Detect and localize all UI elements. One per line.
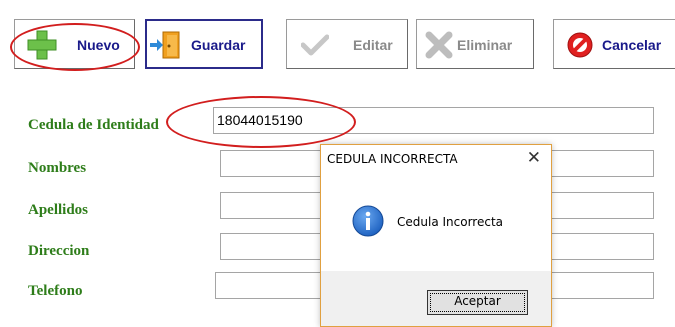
cancelar-button[interactable]: Cancelar [553, 19, 675, 69]
apellidos-label: Apellidos [28, 202, 89, 218]
annotation-ellipse-cedula [166, 96, 356, 148]
guardar-label: Guardar [191, 37, 246, 53]
guardar-button[interactable]: Guardar [145, 19, 263, 69]
annotation-ellipse-nuevo [10, 23, 140, 71]
info-icon [352, 205, 384, 237]
editar-label: Editar [353, 37, 393, 53]
eliminar-button[interactable]: Eliminar [416, 19, 534, 69]
editar-button[interactable]: Editar [286, 19, 408, 69]
cancelar-label: Cancelar [602, 37, 662, 53]
nombres-label: Nombres [28, 160, 87, 176]
dialog-message: Cedula Incorrecta [397, 215, 504, 229]
telefono-label: Telefono [28, 283, 83, 299]
dialog-close-button[interactable]: ✕ [527, 148, 541, 168]
checkmark-icon [301, 34, 329, 56]
exit-door-icon [150, 31, 180, 59]
eliminar-label: Eliminar [457, 37, 513, 53]
cedula-label: Cedula de Identidad [28, 117, 159, 133]
aceptar-button[interactable]: Aceptar [427, 290, 528, 315]
error-dialog: CEDULA INCORRECTA ✕ Cedula Incorrecta Ac… [320, 144, 552, 327]
dialog-title: CEDULA INCORRECTA [327, 152, 458, 166]
direccion-label: Direccion [28, 243, 90, 259]
delete-x-icon [425, 31, 453, 59]
cancel-icon [567, 32, 593, 58]
